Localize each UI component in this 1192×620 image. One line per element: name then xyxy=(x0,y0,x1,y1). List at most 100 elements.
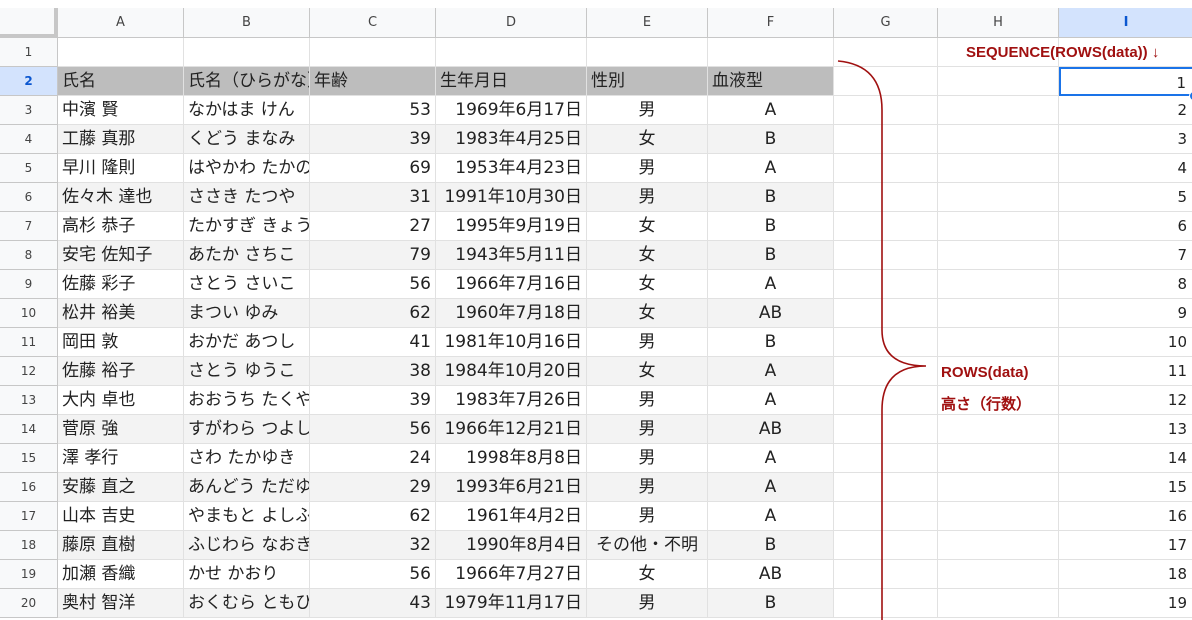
table-cell[interactable]: 6 xyxy=(1059,212,1192,241)
table-cell[interactable]: 佐藤 裕子 xyxy=(58,357,184,386)
table-cell[interactable]: 1984年10月20日 xyxy=(436,357,587,386)
table-cell[interactable]: 安藤 直之 xyxy=(58,473,184,502)
row-header-9[interactable]: 9 xyxy=(0,270,58,299)
table-cell[interactable]: 女 xyxy=(587,125,708,154)
table-cell[interactable]: 早川 隆則 xyxy=(58,154,184,183)
header-cell[interactable]: 性別 xyxy=(587,67,708,96)
table-cell[interactable] xyxy=(938,299,1059,328)
table-cell[interactable]: 17 xyxy=(1059,531,1192,560)
table-cell[interactable] xyxy=(834,38,938,67)
table-cell[interactable]: はやかわ たかのり xyxy=(184,154,310,183)
table-cell[interactable]: 2 xyxy=(1059,96,1192,125)
table-cell[interactable]: かせ かおり xyxy=(184,560,310,589)
table-cell[interactable]: 女 xyxy=(587,241,708,270)
table-cell[interactable]: 1979年11月17日 xyxy=(436,589,587,618)
row-header-11[interactable]: 11 xyxy=(0,328,58,357)
table-cell[interactable]: 男 xyxy=(587,154,708,183)
table-cell[interactable] xyxy=(834,96,938,125)
table-cell[interactable]: A xyxy=(708,96,834,125)
column-header-d[interactable]: D xyxy=(436,8,587,38)
table-cell[interactable]: 1960年7月18日 xyxy=(436,299,587,328)
table-cell[interactable]: 1998年8月8日 xyxy=(436,444,587,473)
table-cell[interactable] xyxy=(834,328,938,357)
table-cell[interactable]: 43 xyxy=(310,589,436,618)
table-cell[interactable]: 41 xyxy=(310,328,436,357)
table-cell[interactable]: B xyxy=(708,328,834,357)
table-cell[interactable] xyxy=(834,299,938,328)
table-cell[interactable]: 7 xyxy=(1059,241,1192,270)
column-header-g[interactable]: G xyxy=(834,8,938,38)
table-cell[interactable]: 1966年7月16日 xyxy=(436,270,587,299)
table-cell[interactable]: 中濱 賢 xyxy=(58,96,184,125)
row-header-4[interactable]: 4 xyxy=(0,125,58,154)
active-cell[interactable]: 1 xyxy=(1059,67,1192,96)
header-cell[interactable]: 氏名 xyxy=(58,67,184,96)
row-header-17[interactable]: 17 xyxy=(0,502,58,531)
table-cell[interactable]: B xyxy=(708,241,834,270)
table-cell[interactable]: 56 xyxy=(310,415,436,444)
table-cell[interactable]: 18 xyxy=(1059,560,1192,589)
table-cell[interactable]: 12 xyxy=(1059,386,1192,415)
table-cell[interactable]: AB xyxy=(708,560,834,589)
table-cell[interactable]: 男 xyxy=(587,444,708,473)
table-cell[interactable]: あたか さちこ xyxy=(184,241,310,270)
table-cell[interactable] xyxy=(834,212,938,241)
table-cell[interactable] xyxy=(938,415,1059,444)
table-cell[interactable]: 男 xyxy=(587,415,708,444)
table-cell[interactable]: 男 xyxy=(587,96,708,125)
table-cell[interactable] xyxy=(310,38,436,67)
table-cell[interactable]: おかだ あつし xyxy=(184,328,310,357)
table-cell[interactable]: A xyxy=(708,154,834,183)
table-cell[interactable]: B xyxy=(708,531,834,560)
table-cell[interactable]: 1981年10月16日 xyxy=(436,328,587,357)
row-header-15[interactable]: 15 xyxy=(0,444,58,473)
table-cell[interactable]: 29 xyxy=(310,473,436,502)
table-cell[interactable]: 1969年6月17日 xyxy=(436,96,587,125)
row-header-7[interactable]: 7 xyxy=(0,212,58,241)
table-cell[interactable]: 1966年7月27日 xyxy=(436,560,587,589)
table-cell[interactable]: 4 xyxy=(1059,154,1192,183)
table-cell[interactable]: 1983年7月26日 xyxy=(436,386,587,415)
table-cell[interactable] xyxy=(938,183,1059,212)
table-cell[interactable]: 1995年9月19日 xyxy=(436,212,587,241)
table-cell[interactable]: 19 xyxy=(1059,589,1192,618)
table-cell[interactable]: 男 xyxy=(587,386,708,415)
table-cell[interactable]: 11 xyxy=(1059,357,1192,386)
table-cell[interactable]: 39 xyxy=(310,386,436,415)
table-cell[interactable]: 1991年10月30日 xyxy=(436,183,587,212)
table-cell[interactable]: 56 xyxy=(310,270,436,299)
table-cell[interactable] xyxy=(834,415,938,444)
table-cell[interactable]: 69 xyxy=(310,154,436,183)
row-header-6[interactable]: 6 xyxy=(0,183,58,212)
column-header-i[interactable]: I xyxy=(1059,8,1192,38)
table-cell[interactable]: 女 xyxy=(587,270,708,299)
table-cell[interactable]: 38 xyxy=(310,357,436,386)
table-cell[interactable]: 3 xyxy=(1059,125,1192,154)
table-cell[interactable] xyxy=(938,502,1059,531)
table-cell[interactable]: 1983年4月25日 xyxy=(436,125,587,154)
table-cell[interactable]: 藤原 直樹 xyxy=(58,531,184,560)
table-cell[interactable] xyxy=(938,241,1059,270)
table-cell[interactable]: 男 xyxy=(587,328,708,357)
table-cell[interactable]: 佐々木 達也 xyxy=(58,183,184,212)
table-cell[interactable]: 1990年8月4日 xyxy=(436,531,587,560)
table-cell[interactable]: 男 xyxy=(587,473,708,502)
table-cell[interactable] xyxy=(834,125,938,154)
row-header-13[interactable]: 13 xyxy=(0,386,58,415)
header-cell[interactable]: 生年月日 xyxy=(436,67,587,96)
table-cell[interactable]: 62 xyxy=(310,502,436,531)
table-cell[interactable]: 岡田 敦 xyxy=(58,328,184,357)
table-cell[interactable]: A xyxy=(708,473,834,502)
row-header-2[interactable]: 2 xyxy=(0,67,58,96)
table-cell[interactable] xyxy=(938,270,1059,299)
table-cell[interactable]: B xyxy=(708,125,834,154)
table-cell[interactable] xyxy=(834,183,938,212)
spreadsheet-grid[interactable]: ABCDEFGHI12氏名氏名（ひらがな）年齢生年月日性別血液型13中濱 賢なか… xyxy=(0,0,1192,620)
table-cell[interactable] xyxy=(938,531,1059,560)
table-cell[interactable]: 79 xyxy=(310,241,436,270)
table-cell[interactable]: 女 xyxy=(587,299,708,328)
table-cell[interactable]: 10 xyxy=(1059,328,1192,357)
table-cell[interactable]: 大内 卓也 xyxy=(58,386,184,415)
table-cell[interactable] xyxy=(834,154,938,183)
table-cell[interactable]: 1943年5月11日 xyxy=(436,241,587,270)
